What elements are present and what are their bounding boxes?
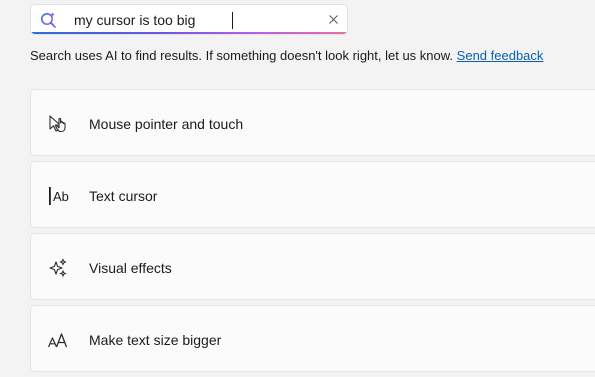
result-label: Visual effects	[89, 260, 172, 276]
notice-text: Search uses AI to find results. If somet…	[30, 48, 454, 63]
result-label: Text cursor	[89, 188, 158, 204]
sparkle-icon	[49, 258, 67, 278]
close-icon[interactable]	[327, 13, 340, 26]
search-input[interactable]	[74, 5, 314, 34]
result-label: Make text size bigger	[89, 332, 222, 348]
search-box[interactable]	[30, 4, 348, 35]
ai-search-notice: Search uses AI to find results. If somet…	[30, 48, 543, 63]
result-make-text-size-bigger[interactable]: Make text size bigger	[30, 305, 595, 372]
send-feedback-link[interactable]: Send feedback	[457, 48, 544, 63]
mouse-pointer-touch-icon	[49, 115, 66, 133]
search-results-list: Mouse pointer and touch Ab Text cursor V…	[30, 89, 595, 377]
text-caret	[232, 12, 233, 29]
ai-search-icon	[41, 12, 56, 28]
result-text-cursor[interactable]: Ab Text cursor	[30, 161, 595, 228]
svg-text:Ab: Ab	[53, 189, 69, 204]
result-label: Mouse pointer and touch	[89, 116, 244, 132]
result-visual-effects[interactable]: Visual effects	[30, 233, 595, 300]
text-cursor-icon: Ab	[49, 187, 69, 205]
result-mouse-pointer-and-touch[interactable]: Mouse pointer and touch	[30, 89, 595, 156]
search-underline	[31, 32, 347, 34]
text-size-icon	[47, 333, 68, 348]
